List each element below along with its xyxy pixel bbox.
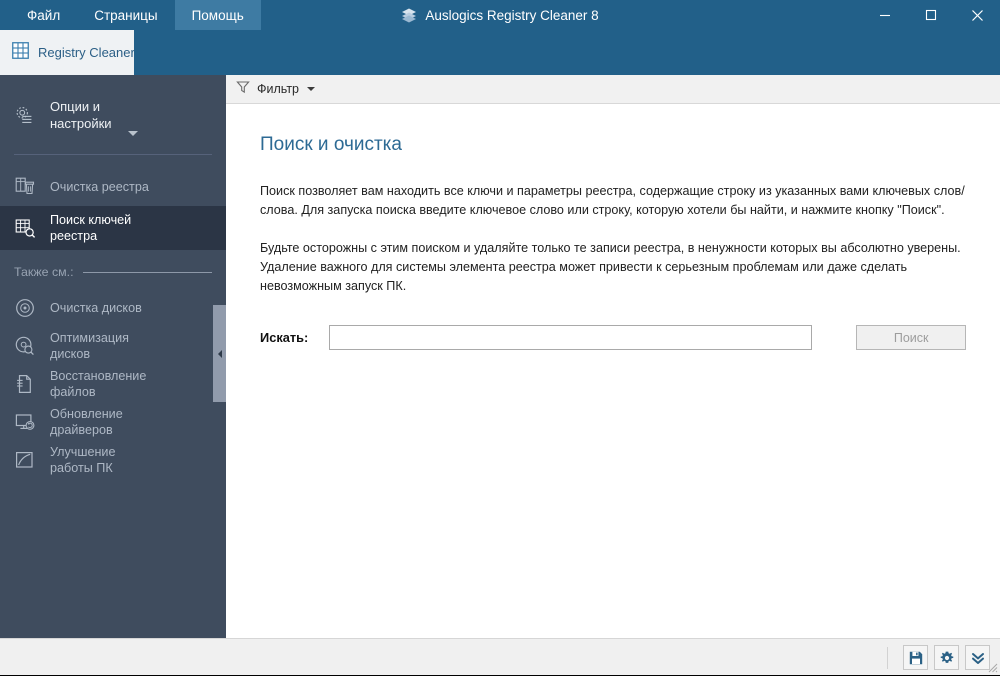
sidebar-main-group: Очистка реестра Поиск ключей реестра xyxy=(0,155,226,250)
chevron-left-icon xyxy=(217,349,222,358)
tab-registry-cleaner[interactable]: Registry Cleaner xyxy=(0,30,135,75)
sidebar-item-label: Очистка реестра xyxy=(50,180,149,194)
sidebar-item-pc-boost[interactable]: Улучшение работы ПК xyxy=(0,441,226,479)
save-button[interactable] xyxy=(903,645,928,670)
sidebar-item-options-settings[interactable]: Опции и настройки xyxy=(0,75,226,154)
main-content: Фильтр Поиск и очистка Поиск позволяет в… xyxy=(226,75,1000,638)
menu-item-help[interactable]: Помощь xyxy=(174,0,261,30)
filter-label[interactable]: Фильтр xyxy=(257,82,299,96)
search-input[interactable] xyxy=(329,325,813,350)
gear-icon xyxy=(940,651,954,665)
page-title: Поиск и очистка xyxy=(260,134,402,155)
search-button[interactable]: Поиск xyxy=(856,325,966,350)
sidebar-item-registry-key-search[interactable]: Поиск ключей реестра xyxy=(0,206,226,250)
auslogics-layers-icon xyxy=(401,7,417,23)
menu-item-file[interactable]: Файл xyxy=(10,0,77,30)
menu-item-pages[interactable]: Страницы xyxy=(77,0,174,30)
sidebar-collapse-handle[interactable] xyxy=(213,305,226,402)
sidebar-options-label: Опции и настройки xyxy=(50,98,112,131)
description-paragraph-1: Поиск позволяет вам находить все ключи и… xyxy=(260,184,965,217)
save-icon xyxy=(909,651,923,665)
sidebar-item-label: Поиск ключей реестра xyxy=(50,213,132,243)
sidebar: Опции и настройки Очистка реестра Поиск … xyxy=(0,75,226,638)
close-button[interactable] xyxy=(954,0,1000,30)
sidebar-item-label: Очистка дисков xyxy=(50,301,142,315)
sidebar-also-see-group: Очистка дисков Оптимизация дисков Восста… xyxy=(0,285,226,479)
window-controls xyxy=(862,0,1000,30)
sidebar-item-registry-cleanup[interactable]: Очистка реестра xyxy=(0,168,226,206)
sidebar-item-label: Оптимизация дисков xyxy=(50,331,129,361)
status-bar xyxy=(0,638,1000,675)
search-field-label: Искать: xyxy=(260,330,309,345)
search-panel: Поиск и очистка Поиск позволяет вам нахо… xyxy=(226,104,1000,350)
also-see-divider xyxy=(82,271,212,273)
sidebar-item-label: Обновление драйверов xyxy=(50,407,123,437)
sidebar-item-disk-optimization[interactable]: Оптимизация дисков xyxy=(0,327,226,365)
title-bar: Файл Страницы Помощь Auslogics Registry … xyxy=(0,0,1000,30)
also-see-label: Также см.: xyxy=(14,265,74,279)
tab-label: Registry Cleaner xyxy=(38,45,135,60)
minimize-button[interactable] xyxy=(862,0,908,30)
filter-toolbar: Фильтр xyxy=(226,75,1000,104)
registry-search-icon xyxy=(14,218,36,239)
window-title: Auslogics Registry Cleaner 8 xyxy=(425,7,599,23)
grid-icon xyxy=(12,41,29,64)
sidebar-item-disk-cleanup[interactable]: Очистка дисков xyxy=(0,289,226,327)
chevron-down-icon[interactable] xyxy=(127,131,138,136)
gear-list-icon xyxy=(14,103,36,127)
sidebar-item-driver-updater[interactable]: Обновление драйверов xyxy=(0,403,226,441)
application-window: Файл Страницы Помощь Auslogics Registry … xyxy=(0,0,1000,676)
chevron-down-icon[interactable] xyxy=(307,87,315,91)
sidebar-also-see-header: Также см.: xyxy=(0,250,226,285)
double-chevron-down-icon xyxy=(971,651,985,665)
sidebar-item-label: Восстановление файлов xyxy=(50,369,147,399)
sidebar-item-file-recovery[interactable]: Восстановление файлов xyxy=(0,365,226,403)
disk-clean-icon xyxy=(14,298,36,318)
status-bar-separator xyxy=(887,646,888,669)
driver-update-icon xyxy=(14,412,36,432)
search-row: Искать: Поиск xyxy=(260,325,966,350)
sidebar-item-label: Улучшение работы ПК xyxy=(50,445,116,475)
settings-button[interactable] xyxy=(934,645,959,670)
registry-clean-icon xyxy=(14,177,36,198)
description-paragraph-2: Будьте осторожны с этим поиском и удаляй… xyxy=(260,241,961,293)
pc-boost-icon xyxy=(14,450,36,470)
maximize-button[interactable] xyxy=(908,0,954,30)
funnel-icon xyxy=(236,80,250,99)
file-recovery-icon xyxy=(14,374,36,394)
disk-optimize-icon xyxy=(14,336,36,356)
tab-strip: Registry Cleaner xyxy=(0,30,1000,75)
menu-bar: Файл Страницы Помощь xyxy=(0,0,261,30)
resize-grip[interactable] xyxy=(986,661,998,673)
